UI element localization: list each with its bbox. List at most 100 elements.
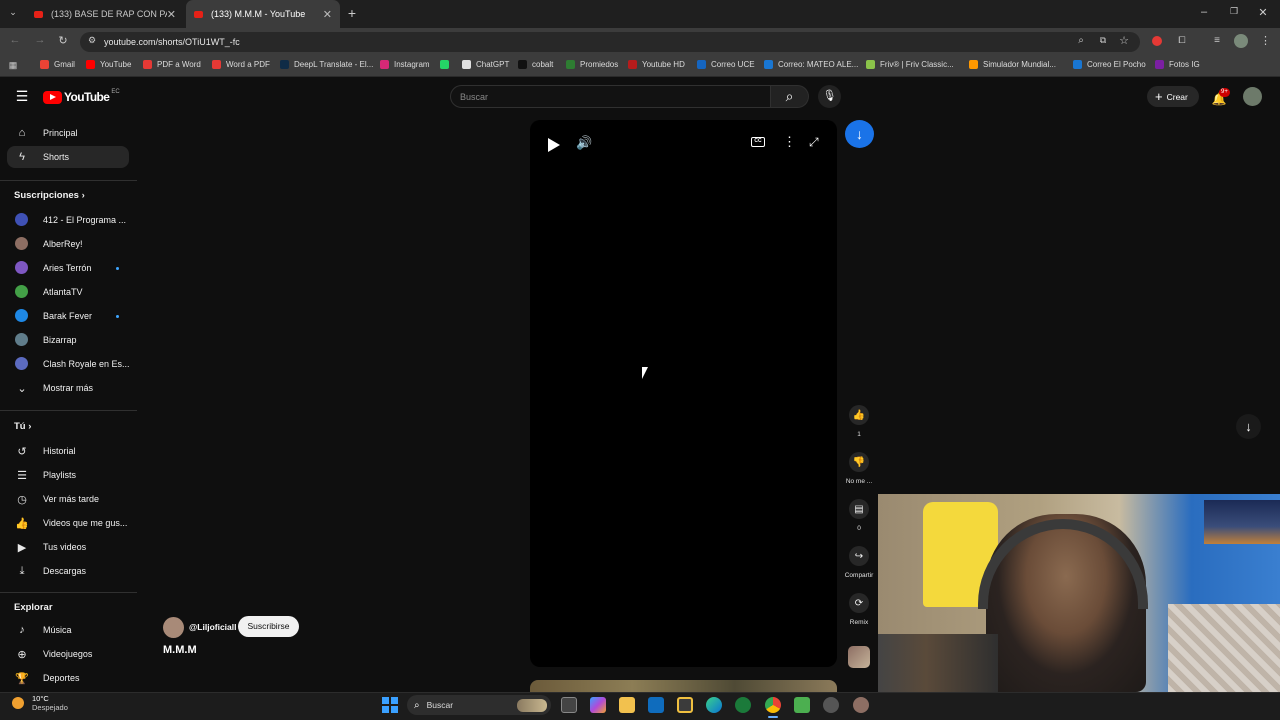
subscription-item[interactable]: Bizarrap bbox=[0, 329, 128, 351]
more-options-icon[interactable]: ⋮ bbox=[783, 134, 796, 150]
store-icon[interactable] bbox=[677, 697, 693, 713]
maximize-icon[interactable]: ❐ bbox=[1227, 6, 1241, 17]
forward-icon[interactable]: → bbox=[33, 34, 47, 46]
voice-search-button[interactable]: 🎙 bbox=[818, 85, 841, 108]
bookmark-item[interactable]: Simulador Mundial... bbox=[969, 60, 1056, 69]
sidebar-item-playlists[interactable]: ☰ Playlists bbox=[0, 464, 128, 486]
bookmark-item[interactable]: Instagram bbox=[380, 60, 430, 69]
play-icon[interactable] bbox=[548, 138, 560, 152]
subscription-item[interactable]: AlberRey! bbox=[0, 233, 128, 255]
sidebar-item-gaming[interactable]: ⊕ Videojuegos bbox=[0, 643, 128, 665]
upwork-icon[interactable] bbox=[735, 697, 751, 713]
subscription-item[interactable]: 412 - El Programa ... bbox=[0, 209, 128, 231]
reading-list-icon[interactable]: ≡ bbox=[1210, 35, 1224, 46]
close-tab-icon[interactable]: ✕ bbox=[167, 8, 176, 21]
remix-button[interactable]: ⟳ Remix bbox=[849, 593, 869, 626]
task-view-icon[interactable] bbox=[561, 697, 577, 713]
subscription-item[interactable]: AtlantaTV bbox=[0, 281, 128, 303]
account-avatar[interactable] bbox=[1243, 87, 1262, 106]
sidebar-item-shorts[interactable]: ϟ Shorts bbox=[7, 146, 129, 168]
edge-icon[interactable] bbox=[706, 697, 722, 713]
next-short-preview[interactable] bbox=[530, 680, 837, 692]
new-tab-icon[interactable]: + bbox=[345, 5, 359, 21]
channel-handle[interactable]: @Liljoficiall bbox=[189, 622, 237, 632]
dislike-button[interactable]: 👎 No me ... bbox=[846, 452, 872, 485]
share-button[interactable]: ↪ Compartir bbox=[845, 546, 873, 579]
extensions-icon[interactable]: ⧠ bbox=[1175, 35, 1189, 46]
subscription-item[interactable]: Aries Terrón bbox=[0, 257, 128, 279]
subscribe-button[interactable]: Suscribirse bbox=[238, 616, 299, 637]
bookmark-item[interactable]: Friv® | Friv Classic... bbox=[866, 60, 954, 69]
bookmark-item[interactable]: cobalt bbox=[518, 60, 553, 69]
extension-icon[interactable] bbox=[1152, 36, 1162, 46]
create-button[interactable]: + Crear bbox=[1147, 86, 1199, 107]
youtube-logo[interactable]: YouTube EC bbox=[43, 89, 120, 104]
bookmark-item[interactable]: ChatGPT bbox=[462, 60, 509, 69]
file-explorer-icon[interactable] bbox=[619, 697, 635, 713]
start-button[interactable] bbox=[382, 697, 398, 713]
browser-menu-icon[interactable]: ⋮ bbox=[1260, 34, 1271, 47]
sidebar-item-principal[interactable]: ⌂ Principal bbox=[0, 122, 128, 144]
steam-app-icon[interactable] bbox=[823, 697, 839, 713]
bookmark-item[interactable]: Gmail bbox=[40, 60, 75, 69]
bookmark-item[interactable]: Correo: MATEO ALE... bbox=[764, 60, 858, 69]
reload-icon[interactable]: ↻ bbox=[56, 34, 70, 47]
minimize-icon[interactable]: – bbox=[1197, 6, 1211, 18]
tab-2[interactable]: (133) M.M.M - YouTube ✕ bbox=[186, 0, 340, 28]
channel-avatar[interactable] bbox=[163, 617, 184, 638]
sidebar-section-explore[interactable]: Explorar bbox=[14, 602, 53, 613]
sidebar-item-history[interactable]: ↺ Historial bbox=[0, 440, 128, 462]
url-text[interactable]: youtube.com/shorts/OTiU1WT_-fc bbox=[104, 37, 240, 47]
sidebar-item-your-videos[interactable]: ▶ Tus videos bbox=[0, 536, 128, 558]
sidebar-section-you[interactable]: Tú › bbox=[14, 421, 31, 432]
install-app-icon[interactable]: ⧉ bbox=[1096, 35, 1110, 46]
weather-widget[interactable]: 10°C Despejado bbox=[12, 694, 68, 712]
user-app-icon[interactable] bbox=[853, 697, 869, 713]
tab-search-icon[interactable]: ⌄ bbox=[6, 7, 20, 18]
chrome-icon[interactable] bbox=[765, 697, 781, 713]
close-window-icon[interactable]: ✕ bbox=[1256, 6, 1270, 19]
guide-menu-icon[interactable]: ☰ bbox=[14, 88, 30, 105]
bookmark-item[interactable]: Correo El Pocho bbox=[1073, 60, 1146, 69]
tab-1[interactable]: (133) BASE DE RAP CON PALAB ✕ bbox=[26, 0, 184, 28]
bookmark-item[interactable]: DeepL Translate - El... bbox=[280, 60, 373, 69]
bookmark-item[interactable]: Youtube HD bbox=[628, 60, 685, 69]
volume-icon[interactable]: 🔊 bbox=[576, 135, 592, 151]
minecraft-icon[interactable] bbox=[794, 697, 810, 713]
sidebar-item-sports[interactable]: 🏆 Deportes bbox=[0, 667, 128, 689]
bookmark-item[interactable]: Promiedos bbox=[566, 60, 618, 69]
sidebar-item-music[interactable]: ♪ Música bbox=[0, 619, 128, 641]
close-tab-icon[interactable]: ✕ bbox=[323, 8, 332, 21]
subscription-item[interactable]: Barak Fever bbox=[0, 305, 128, 327]
taskbar-search[interactable]: ⌕ Buscar bbox=[407, 695, 551, 715]
search-button[interactable]: ⌕ bbox=[771, 85, 809, 108]
search-box[interactable]: Buscar bbox=[450, 85, 771, 108]
apps-grid-icon[interactable]: ▦ bbox=[7, 60, 19, 71]
like-button[interactable]: 👍 1 bbox=[849, 405, 869, 438]
profile-avatar[interactable] bbox=[1234, 34, 1248, 48]
sidebar-item-downloads[interactable]: ⤓ Descargas bbox=[0, 560, 128, 582]
bookmark-item[interactable]: PDF a Word bbox=[143, 60, 201, 69]
show-more-button[interactable]: ⌄ Mostrar más bbox=[0, 377, 128, 399]
bookmark-item[interactable]: Word a PDF bbox=[212, 60, 270, 69]
audio-thumbnail[interactable] bbox=[848, 646, 870, 668]
outlook-icon[interactable] bbox=[648, 697, 664, 713]
back-icon[interactable]: ← bbox=[8, 34, 22, 46]
copilot-icon[interactable] bbox=[590, 697, 606, 713]
zoom-icon[interactable]: ⌕ bbox=[1074, 35, 1088, 46]
captions-icon[interactable]: CC bbox=[751, 137, 765, 147]
comments-button[interactable]: ▤ 0 bbox=[849, 499, 869, 532]
bookmark-item[interactable]: YouTube bbox=[86, 60, 131, 69]
next-short-button[interactable]: ↓ bbox=[1236, 414, 1261, 439]
bookmark-item[interactable]: Fotos IG bbox=[1155, 60, 1200, 69]
bookmark-item[interactable] bbox=[440, 60, 454, 69]
subscription-item[interactable]: Clash Royale en Es... bbox=[0, 353, 130, 375]
download-extension-button[interactable]: ↓ bbox=[845, 120, 874, 148]
site-info-icon[interactable]: ⚙ bbox=[86, 35, 98, 46]
short-video-player[interactable] bbox=[530, 120, 837, 667]
fullscreen-icon[interactable]: ⤢ bbox=[809, 135, 819, 150]
sidebar-item-liked-videos[interactable]: 👍 Videos que me gus... bbox=[0, 512, 128, 534]
sidebar-section-subscriptions[interactable]: Suscripciones › bbox=[14, 190, 85, 201]
bookmark-star-icon[interactable]: ☆ bbox=[1117, 34, 1131, 47]
sidebar-item-watch-later[interactable]: ◷ Ver más tarde bbox=[0, 488, 128, 510]
